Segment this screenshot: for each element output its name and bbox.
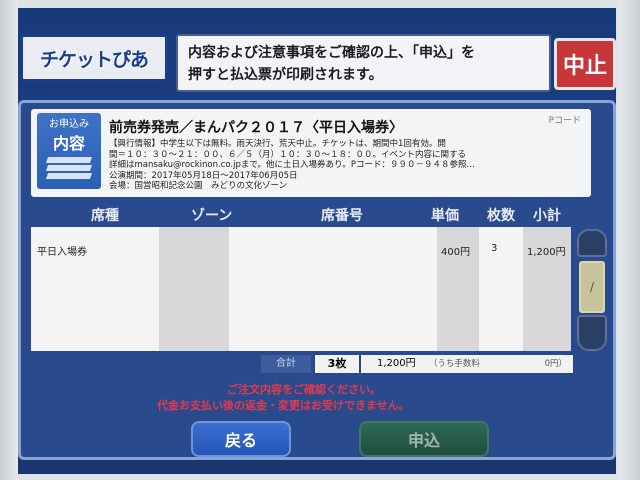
instruction-line-1: 内容および注意事項をご確認の上、「申込」を <box>188 45 475 61</box>
event-info-line: 【興行情報】中学生以下は無料。雨天決行、荒天中止。チケットは、期間中1回有効。開 <box>109 139 446 149</box>
col-header-seat-type: 席種 <box>91 208 119 224</box>
logo-text: チケットぴあ <box>39 48 149 71</box>
pcode-label: Pコード <box>548 116 581 126</box>
kiosk-screen: チケットぴあ 内容および注意事項をご確認の上、「申込」を 押すと払込票が印刷され… <box>18 8 616 474</box>
event-info-box: お申込み 内容 前売券発売／まんパク２０１７〈平日入場券〉 Pコード 【興行情報… <box>31 109 591 197</box>
scroll-down-button[interactable] <box>577 315 607 351</box>
order-content-icon: お申込み 内容 <box>37 113 101 189</box>
ticket-stack-icon <box>45 157 93 185</box>
cancel-button[interactable]: 中止 <box>554 38 616 90</box>
cancel-label: 中止 <box>562 54 607 79</box>
col-header-subtotal: 小計 <box>533 208 561 224</box>
event-details: 【興行情報】中学生以下は無料。雨天決行、荒天中止。チケットは、期間中1回有効。開… <box>109 139 587 192</box>
total-count: 3枚 <box>315 355 359 373</box>
event-info-line: 詳細はmansaku@rockinon.co.jpまで。他に土日入場券あり。Pコ… <box>109 160 476 170</box>
apply-label: 申込 <box>407 431 440 450</box>
back-button[interactable]: 戻る <box>191 421 291 457</box>
kiosk-bezel-left <box>0 0 18 480</box>
fee-label: （うち手数料 <box>428 359 480 369</box>
scroll-up-button[interactable] <box>577 229 607 257</box>
apply-button[interactable]: 申込 <box>359 421 489 457</box>
table-body: 平日入場券 400円 3 1,200円 <box>31 227 571 351</box>
fee-value: 0円） <box>544 359 567 369</box>
total-amount: 1,200円 <box>377 358 416 369</box>
cell-count: 3 <box>491 243 498 254</box>
total-label: 合計 <box>261 355 311 373</box>
instruction-message: 内容および注意事項をご確認の上、「申込」を 押すと払込票が印刷されます。 <box>176 34 551 92</box>
icon-small-label: お申込み <box>49 119 89 130</box>
order-panel: お申込み 内容 前売券発売／まんパク２０１７〈平日入場券〉 Pコード 【興行情報… <box>18 100 616 460</box>
kiosk-bezel-right <box>618 0 640 480</box>
warning-confirm: ご注文内容をご確認ください。 <box>227 383 381 396</box>
col-header-count: 枚数 <box>487 208 515 224</box>
table-header: 席種 ゾーン 席番号 単価 枚数 小計 <box>31 201 571 227</box>
order-table: 席種 ゾーン 席番号 単価 枚数 小計 平日入場券 400円 3 1,200円 <box>31 201 571 351</box>
cell-unit-price: 400円 <box>441 247 471 258</box>
icon-big-label: 内容 <box>52 134 85 153</box>
warning-no-refund: 代金お支払い後の返金・変更はお受けできません。 <box>157 399 410 412</box>
event-venue: 会場：国営昭和記念公園 みどりの文化ゾーン <box>109 181 288 191</box>
instruction-line-2: 押すと払込票が印刷されます。 <box>188 67 383 83</box>
ticket-pia-logo: チケットぴあ <box>20 34 168 82</box>
cell-seat-type: 平日入場券 <box>37 247 87 258</box>
event-info-line: 間＝１０：３０～２１：００、６／５（月）１０：３０～１８：００。イベント内容に関… <box>109 149 467 160</box>
back-label: 戻る <box>224 431 257 450</box>
col-header-seat-number: 席番号 <box>321 208 363 224</box>
col-header-zone: ゾーン <box>191 208 233 224</box>
cell-subtotal: 1,200円 <box>527 247 566 258</box>
col-header-unit-price: 単価 <box>431 208 459 224</box>
event-period: 公演期間：2017年05月18日～2017年06月05日 <box>109 170 298 181</box>
event-title: 前売券発売／まんパク２０１７〈平日入場券〉 <box>109 120 403 136</box>
scroll-position-indicator: / <box>579 261 605 313</box>
total-amount-box: 1,200円 （うち手数料 0円） <box>361 355 573 373</box>
